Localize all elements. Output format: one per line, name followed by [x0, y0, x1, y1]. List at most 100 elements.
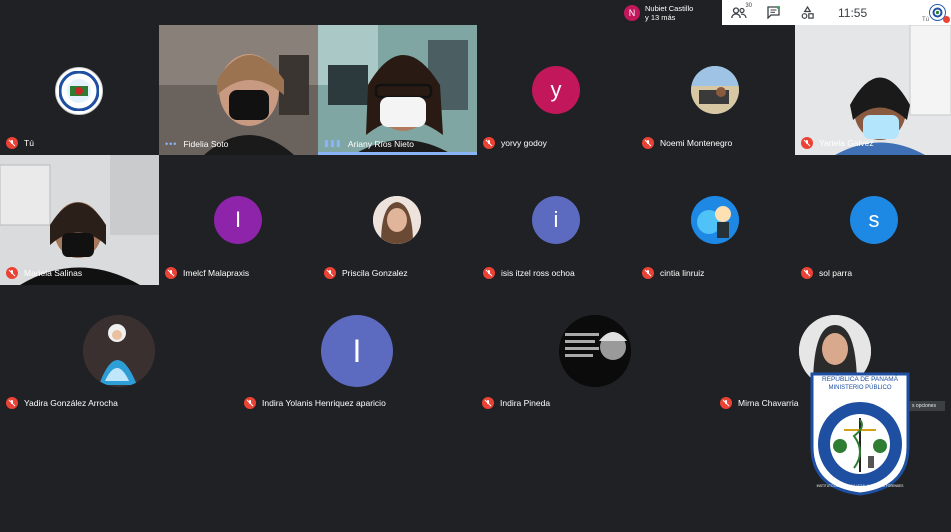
participant-namebar: yorvy godoy: [483, 137, 547, 149]
participant-namebar: Mirna Chavarria: [720, 397, 798, 409]
video-feed: [0, 155, 159, 285]
participant-name: Ariany Ríos Nieto: [347, 138, 414, 149]
cartoon-photo: [691, 196, 739, 244]
participant-name: Imelcf Malapraxis: [183, 268, 250, 278]
portrait-photo: [373, 196, 421, 244]
participant-tile[interactable]: s sol parra: [795, 155, 951, 285]
participant-tile[interactable]: I Imelcf Malapraxis: [159, 155, 318, 285]
letter-avatar: y: [532, 66, 580, 114]
letter-avatar: I: [321, 315, 393, 387]
participant-name: cintia linruiz: [660, 268, 705, 278]
participant-name: isis itzel ross ochoa: [501, 268, 575, 278]
mic-off-icon: [165, 267, 177, 279]
self-label: Tú: [921, 17, 929, 23]
shapes-icon: [801, 6, 814, 19]
participant-tile-speaking[interactable]: ▮▮▮ Ariany Ríos Nieto: [318, 25, 477, 155]
participant-namebar: Priscila Gonzalez: [324, 267, 408, 279]
participant-tile[interactable]: Noemi Montenegro: [636, 25, 795, 155]
doll-photo: [83, 315, 155, 387]
participant-tile[interactable]: cintia linruiz: [636, 155, 795, 285]
participant-namebar: Imelcf Malapraxis: [165, 267, 249, 279]
mic-off-icon: [6, 137, 18, 149]
participant-tile[interactable]: Mariela Salinas: [0, 155, 159, 285]
participant-tile[interactable]: i isis itzel ross ochoa: [477, 155, 636, 285]
participant-name: Fidelia Soto: [183, 139, 229, 149]
mic-off-icon: [642, 267, 654, 279]
participant-tile[interactable]: Yariela Galvez: [795, 25, 951, 155]
video-feed: [318, 25, 477, 155]
mic-off-icon: [6, 397, 18, 409]
participant-tile[interactable]: ••• Fidelia Soto: [159, 25, 318, 155]
mic-off-icon: [6, 267, 18, 279]
participant-name: Priscila Gonzalez: [342, 268, 408, 278]
mic-off-icon: [720, 397, 732, 409]
participant-namebar: Indira Yolanis Henriquez aparicio: [244, 397, 386, 409]
participant-namebar: ••• Fidelia Soto: [165, 139, 228, 149]
participant-name: Mirna Chavarria: [738, 398, 799, 408]
participants-count: 30: [745, 3, 752, 9]
photo-avatar: [559, 315, 631, 387]
participant-namebar: sol parra: [801, 267, 852, 279]
participant-tile[interactable]: Priscila Gonzalez: [318, 155, 477, 285]
photo-avatar: [691, 196, 739, 244]
participant-namebar: Noemi Montenegro: [642, 137, 732, 149]
watermark-line1: REPÚBLICA DE PANAMÁ: [821, 376, 899, 383]
mic-off-icon: [642, 137, 654, 149]
participant-namebar: Tú: [6, 137, 34, 149]
participant-name: Indira Yolanis Henriquez aparicio: [262, 398, 386, 408]
participant-namebar: Indira Pineda: [482, 397, 550, 409]
participant-name: Tú: [24, 138, 34, 148]
meeting-toolbar: 30 11:55 Tú: [722, 0, 951, 25]
participant-namebar: Mariela Salinas: [6, 267, 82, 279]
participant-tile[interactable]: Yadira González Arrocha: [0, 285, 238, 415]
mic-off-icon: [483, 137, 495, 149]
participant-namebar: Yadira González Arrocha: [6, 397, 118, 409]
participant-name: Yariela Galvez: [819, 138, 874, 148]
letter-avatar: s: [850, 196, 898, 244]
participant-name: yorvy godoy: [501, 138, 547, 148]
institution-seal-icon: [59, 71, 99, 111]
participant-namebar: cintia linruiz: [642, 267, 704, 279]
chat-button[interactable]: [756, 0, 790, 25]
mic-off-icon: [801, 267, 813, 279]
mic-off-icon: [483, 267, 495, 279]
institution-watermark: REPÚBLICA DE PANAMÁ MINISTERIO PÚBLICO I…: [810, 372, 910, 496]
participants-button[interactable]: 30: [722, 0, 756, 25]
participant-name: Noemi Montenegro: [660, 138, 733, 148]
letter-avatar: I: [214, 196, 262, 244]
participant-tile[interactable]: I Indira Yolanis Henriquez aparicio: [238, 285, 476, 415]
notification-avatar: N: [624, 4, 640, 21]
video-feed: [795, 25, 951, 155]
participant-name: Yadira González Arrocha: [24, 398, 118, 408]
mic-off-icon: [244, 397, 256, 409]
meeting-clock: 11:55: [838, 5, 868, 20]
quote-image-photo: [559, 315, 631, 387]
participant-namebar: isis itzel ross ochoa: [483, 267, 575, 279]
participant-name: sol parra: [819, 268, 853, 278]
top-bar: N Nubiet Castillo y 13 más 30 11:55 Tú: [618, 0, 951, 25]
photo-avatar: [83, 315, 155, 387]
participant-name: Mariela Salinas: [24, 268, 83, 278]
letter-avatar: i: [532, 196, 580, 244]
mic-off-icon: [482, 397, 494, 409]
participant-tile[interactable]: Indira Pineda: [476, 285, 714, 415]
mic-off-icon: [801, 137, 813, 149]
video-feed: [159, 25, 318, 155]
participant-tile-self[interactable]: Tú: [0, 25, 159, 155]
participant-tile[interactable]: y yorvy godoy: [477, 25, 636, 155]
photo-avatar: [373, 196, 421, 244]
self-logo-avatar: [55, 67, 103, 115]
muted-badge-icon: [943, 16, 950, 23]
more-dots-icon: •••: [165, 139, 178, 149]
self-avatar[interactable]: [929, 4, 950, 23]
participant-namebar: Yariela Galvez: [801, 137, 874, 149]
speaking-indicator-icon: ▮▮▮: [324, 138, 342, 148]
join-notification[interactable]: N Nubiet Castillo y 13 más: [618, 0, 722, 25]
mic-off-icon: [324, 267, 336, 279]
notification-more: y 13 más: [645, 12, 676, 22]
activities-button[interactable]: [790, 0, 824, 25]
chat-icon: [766, 6, 780, 19]
participant-namebar: ▮▮▮ Ariany Ríos Nieto: [324, 138, 414, 149]
watermark-line2: MINISTERIO PÚBLICO: [828, 385, 892, 391]
beach-photo: [691, 66, 739, 114]
